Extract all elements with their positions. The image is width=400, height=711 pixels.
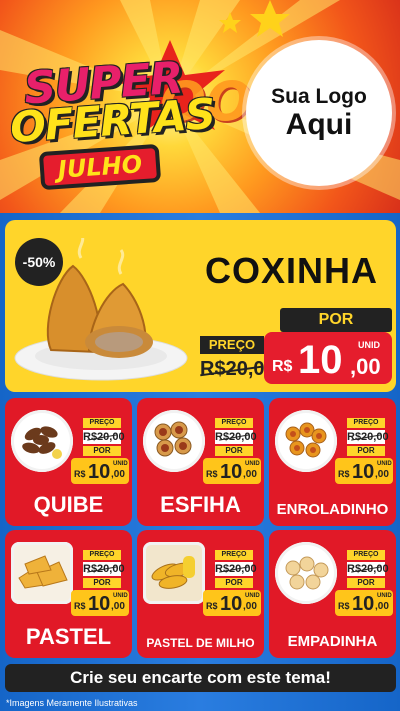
- currency: R$: [74, 469, 86, 479]
- price-decimal: ,00: [375, 601, 389, 612]
- product-card-pastel-de-milho[interactable]: PREÇO R$20,00 POR R$ 10 UNID ,00 PASTEL …: [137, 530, 264, 658]
- quibe-image: [11, 410, 73, 472]
- currency: R$: [74, 601, 86, 611]
- price-tag: R$ 10 UNID ,00: [203, 458, 261, 484]
- price-integer: 10: [220, 593, 243, 615]
- old-price: R$20,00: [347, 430, 389, 444]
- product-name: EMPADINHA: [287, 633, 378, 650]
- preco-label: PREÇO: [215, 418, 253, 428]
- preco-label: PREÇO: [347, 550, 385, 560]
- pastel-de-milho-image: [143, 542, 205, 604]
- product-name: PASTEL DE MILHO: [146, 636, 255, 650]
- logo-line1: Sua Logo: [271, 85, 367, 109]
- price-integer: 10: [352, 593, 375, 615]
- por-label: POR: [347, 446, 385, 456]
- unit-label: UNID: [245, 593, 260, 599]
- currency: R$: [206, 601, 218, 611]
- price-integer: 10: [88, 593, 111, 615]
- price-tag: R$ 10 UNID ,00: [203, 590, 261, 616]
- por-label: POR: [215, 446, 253, 456]
- preco-label: PREÇO: [347, 418, 385, 428]
- preco-label: PREÇO: [83, 550, 121, 560]
- old-price: R$20,00: [83, 430, 125, 444]
- empadinha-image: [275, 542, 337, 604]
- price-integer: 10: [298, 338, 343, 382]
- price-tag: R$ 10 UNID ,00: [335, 458, 393, 484]
- esfiha-image: [143, 410, 205, 472]
- product-card-enroladinho[interactable]: PREÇO R$20,00 POR R$ 10 UNID ,00 ENROLAD…: [269, 398, 396, 526]
- product-card-esfiha[interactable]: PREÇO R$20,00 POR R$ 10 UNID ,00 ESFIHA: [137, 398, 264, 526]
- featured-name: COXINHA: [205, 250, 379, 291]
- pastel-image: [11, 542, 73, 604]
- preco-label: PREÇO: [83, 418, 121, 428]
- unit-label: UNID: [113, 593, 128, 599]
- logo-line2: Aqui: [285, 108, 353, 142]
- unit-label: UNID: [377, 593, 392, 599]
- enroladinho-image: [275, 410, 337, 472]
- product-name: PASTEL: [25, 624, 112, 649]
- product-name: ENROLADINHO: [276, 501, 389, 518]
- product-card-quibe[interactable]: PREÇO R$20,00 POR R$ 10 UNID ,00 QUIBE: [5, 398, 132, 526]
- product-card-pastel[interactable]: PREÇO R$20,00 POR R$ 10 UNID ,00 PASTEL: [5, 530, 132, 658]
- currency: R$: [338, 469, 350, 479]
- unit-label: UNID: [358, 340, 380, 350]
- price-decimal: ,00: [111, 469, 125, 480]
- old-price: R$20,00: [83, 562, 125, 576]
- por-label: POR: [83, 578, 121, 588]
- price-decimal: ,00: [111, 601, 125, 612]
- price-integer: 10: [352, 461, 375, 483]
- price-integer: 10: [88, 461, 111, 483]
- price-decimal: ,00: [350, 354, 381, 379]
- unit-label: UNID: [245, 461, 260, 467]
- header-banner: OOO SUPER OFERTAS JULHO Sua Logo Aqui: [0, 0, 400, 213]
- featured-preco-label: PREÇO: [200, 336, 264, 354]
- price-decimal: ,00: [243, 601, 257, 612]
- por-label: POR: [215, 578, 253, 588]
- currency: R$: [338, 601, 350, 611]
- por-label: POR: [347, 578, 385, 588]
- old-price: R$20,00: [347, 562, 389, 576]
- featured-price-tag: R$ 10 UNID ,00: [264, 332, 392, 384]
- por-label: POR: [83, 446, 121, 456]
- price-integer: 10: [220, 461, 243, 483]
- product-name: ESFIHA: [160, 492, 241, 517]
- preco-label: PREÇO: [215, 550, 253, 560]
- title-month: JULHO: [57, 150, 143, 184]
- currency: R$: [206, 469, 218, 479]
- currency: R$: [272, 358, 293, 375]
- price-tag: R$ 10 UNID ,00: [71, 458, 129, 484]
- discount-badge: -50%: [15, 238, 63, 286]
- old-price: R$20,00: [215, 430, 257, 444]
- unit-label: UNID: [377, 461, 392, 467]
- price-tag: R$ 10 UNID ,00: [335, 590, 393, 616]
- product-card-empadinha[interactable]: PREÇO R$20,00 POR R$ 10 UNID ,00 EMPADIN…: [269, 530, 396, 658]
- unit-label: UNID: [113, 461, 128, 467]
- price-tag: R$ 10 UNID ,00: [71, 590, 129, 616]
- price-decimal: ,00: [375, 469, 389, 480]
- price-decimal: ,00: [243, 469, 257, 480]
- product-name: QUIBE: [33, 492, 104, 517]
- cta-banner[interactable]: Crie seu encarte com este tema!: [5, 664, 396, 692]
- old-price: R$20,00: [215, 562, 257, 576]
- logo-placeholder[interactable]: Sua Logo Aqui: [246, 40, 392, 186]
- featured-por-label: POR: [280, 308, 392, 332]
- disclaimer-text: *Imagens Meramente Ilustrativas: [6, 698, 138, 708]
